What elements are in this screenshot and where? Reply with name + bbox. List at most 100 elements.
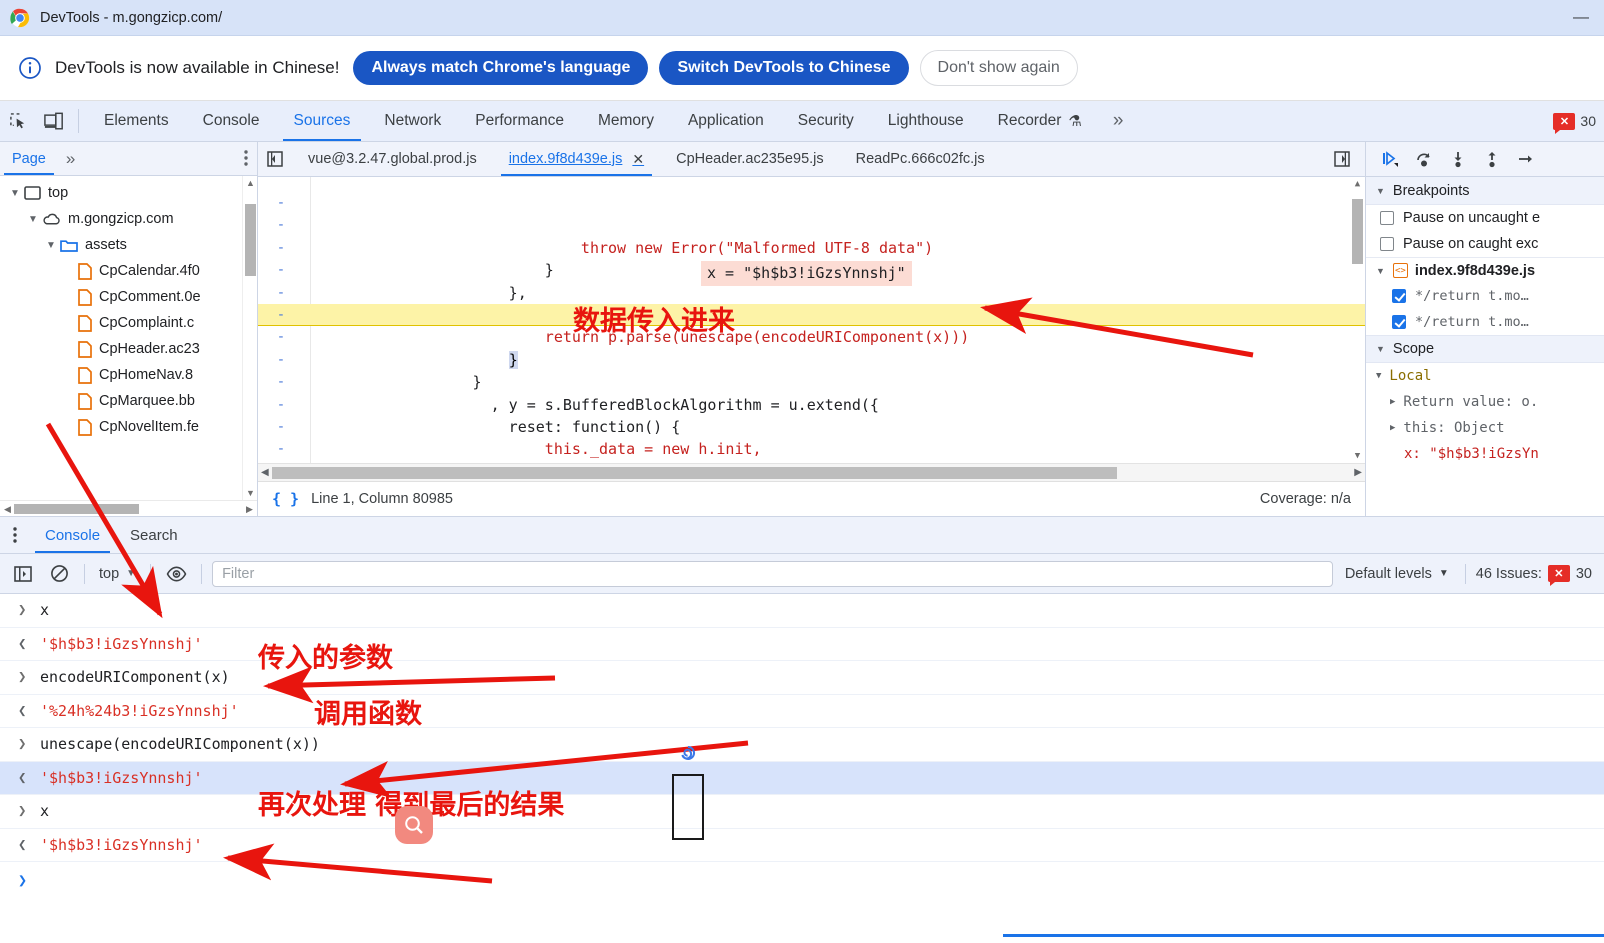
navigator-vertical-scrollbar[interactable]: ▲ ▼ — [242, 176, 257, 500]
navigator-tab-page[interactable]: Page — [0, 142, 58, 175]
console-message-list[interactable]: ❯ x ❮ '$h$b3!iGzsYnnshj' ❯ encodeURIComp… — [0, 594, 1604, 937]
editor-tab-cpheader[interactable]: CpHeader.ac235e95.js — [660, 142, 840, 176]
dont-show-again-button[interactable]: Don't show again — [919, 50, 1078, 86]
pause-on-caught-exceptions-row[interactable]: Pause on caught exc — [1366, 231, 1604, 257]
pause-on-uncaught-exceptions-row[interactable]: Pause on uncaught e — [1366, 205, 1604, 231]
resume-script-icon[interactable] — [1374, 145, 1406, 173]
close-tab-icon[interactable]: ✕ — [632, 151, 644, 168]
expand-twisty-icon[interactable]: ▶ — [1390, 397, 1395, 407]
collapse-twisty-icon[interactable]: ▼ — [1376, 371, 1381, 381]
checkbox[interactable] — [1380, 237, 1394, 251]
show-debugger-icon[interactable] — [1325, 151, 1359, 167]
scroll-left-arrow[interactable]: ◀ — [2, 504, 13, 515]
scroll-up-arrow[interactable]: ▲ — [1352, 179, 1363, 189]
console-output-message-selected[interactable]: ❮ '$h$b3!iGzsYnnshj' — [0, 761, 1604, 795]
console-prompt[interactable]: ❯ — [0, 862, 1604, 898]
scroll-right-arrow[interactable]: ▶ — [1354, 467, 1362, 478]
scrollbar-thumb[interactable] — [1352, 199, 1363, 264]
editor-tab-readpc[interactable]: ReadPc.666c02fc.js — [840, 142, 1001, 176]
step-out-icon[interactable] — [1476, 145, 1508, 173]
inspect-element-icon[interactable] — [0, 101, 36, 141]
console-input-message[interactable]: ❯ x — [0, 594, 1604, 628]
tab-performance[interactable]: Performance — [458, 101, 581, 141]
tab-application[interactable]: Application — [671, 101, 781, 141]
twisty-icon[interactable]: ▼ — [42, 240, 60, 251]
twisty-icon[interactable]: ▼ — [6, 188, 24, 199]
scrollbar-thumb[interactable] — [245, 204, 256, 276]
console-input-message[interactable]: ❯ x — [0, 795, 1604, 829]
live-expression-eye-icon[interactable] — [161, 560, 191, 588]
tree-file-cpcomment[interactable]: CpComment.0e — [0, 284, 257, 310]
navigator-more-options-icon[interactable] — [244, 149, 248, 172]
checkbox[interactable] — [1392, 289, 1406, 303]
breakpoints-section-header[interactable]: ▼ Breakpoints — [1366, 177, 1604, 205]
code-editor[interactable]: } catch { - throw new Error("Malformed U… — [258, 177, 1365, 463]
navigator-horizontal-scrollbar[interactable]: ◀ ▶ — [0, 500, 257, 516]
breakpoint-entry[interactable]: */return t.mo… — [1366, 283, 1604, 309]
navigator-more-tabs-icon[interactable]: » — [58, 142, 83, 175]
switch-to-chinese-button[interactable]: Switch DevTools to Chinese — [659, 51, 909, 85]
clear-console-icon[interactable] — [44, 560, 74, 588]
tree-file-cpheader[interactable]: CpHeader.ac23 — [0, 336, 257, 362]
console-filter-input[interactable]: Filter — [212, 560, 1333, 587]
scroll-left-arrow[interactable]: ◀ — [261, 467, 269, 478]
tab-memory[interactable]: Memory — [581, 101, 671, 141]
tab-security[interactable]: Security — [781, 101, 871, 141]
scrollbar-thumb[interactable] — [14, 504, 139, 514]
tab-console[interactable]: Console — [186, 101, 277, 141]
tree-file-cpcalendar[interactable]: CpCalendar.4f0 — [0, 258, 257, 284]
tree-file-cpnovelitem[interactable]: CpNovelItem.fe — [0, 414, 257, 440]
tree-node-top[interactable]: ▼ top — [0, 180, 257, 206]
console-output-message[interactable]: ❮ '%24h%24b3!iGzsYnnshj' — [0, 695, 1604, 728]
step-icon[interactable] — [1510, 145, 1542, 173]
console-input-message[interactable]: ❯ unescape(encodeURIComponent(x)) — [0, 728, 1604, 762]
scope-row-this[interactable]: ▶ this: Object — [1366, 415, 1604, 441]
scrollbar-thumb[interactable] — [272, 467, 1117, 479]
drawer-more-options-icon[interactable] — [0, 517, 30, 553]
tab-lighthouse[interactable]: Lighthouse — [871, 101, 981, 141]
scroll-right-arrow[interactable]: ▶ — [244, 504, 255, 515]
console-input-message[interactable]: ❯ encodeURIComponent(x) — [0, 661, 1604, 695]
collapse-twisty-icon[interactable]: ▼ — [1376, 344, 1385, 354]
pretty-print-icon[interactable]: { } — [272, 490, 299, 508]
more-tabs-icon[interactable]: » — [1099, 101, 1138, 141]
editor-vertical-scrollbar[interactable]: ▲ ▼ — [1350, 177, 1365, 463]
tab-recorder[interactable]: Recorder ⚗ — [981, 101, 1099, 141]
tree-node-assets[interactable]: ▼ assets — [0, 232, 257, 258]
scope-local-group[interactable]: ▼ Local — [1366, 363, 1604, 389]
tab-sources[interactable]: Sources — [277, 101, 368, 141]
drawer-tab-search[interactable]: Search — [115, 517, 193, 553]
scroll-down-arrow[interactable]: ▼ — [245, 488, 256, 498]
error-count-indicator[interactable]: ✕ 30 — [1553, 101, 1600, 141]
tab-network[interactable]: Network — [367, 101, 458, 141]
minimize-button[interactable]: — — [1566, 8, 1596, 28]
twisty-icon[interactable]: ▼ — [24, 214, 42, 225]
device-toolbar-icon[interactable] — [36, 101, 72, 141]
breakpoint-entry[interactable]: */return t.mo… — [1366, 309, 1604, 335]
step-into-icon[interactable] — [1442, 145, 1474, 173]
editor-horizontal-scrollbar[interactable]: ◀ ▶ — [258, 463, 1365, 481]
console-output-message[interactable]: ❮ '$h$b3!iGzsYnnshj' — [0, 628, 1604, 661]
breakpoint-file-group[interactable]: ▼ <> index.9f8d439e.js — [1366, 257, 1604, 283]
scroll-down-arrow[interactable]: ▼ — [1352, 451, 1363, 461]
checkbox[interactable] — [1380, 211, 1394, 225]
tree-node-domain[interactable]: ▼ m.gongzicp.com — [0, 206, 257, 232]
execution-context-selector[interactable]: top ▼ — [95, 566, 140, 582]
scope-section-header[interactable]: ▼ Scope — [1366, 335, 1604, 363]
show-navigator-icon[interactable] — [258, 142, 292, 176]
scroll-up-arrow[interactable]: ▲ — [245, 178, 256, 188]
collapse-twisty-icon[interactable]: ▼ — [1376, 186, 1385, 196]
console-output-message[interactable]: ❮ '$h$b3!iGzsYnnshj' — [0, 829, 1604, 862]
always-match-language-button[interactable]: Always match Chrome's language — [353, 51, 649, 85]
log-levels-selector[interactable]: Default levels ▼ — [1339, 566, 1455, 582]
editor-tab-vue[interactable]: vue@3.2.47.global.prod.js — [292, 142, 493, 176]
tree-file-cpmarquee[interactable]: CpMarquee.bb — [0, 388, 257, 414]
step-over-icon[interactable] — [1408, 145, 1440, 173]
tree-file-cpcomplaint[interactable]: CpComplaint.c — [0, 310, 257, 336]
drawer-tab-console[interactable]: Console — [30, 517, 115, 553]
console-sidebar-icon[interactable] — [8, 560, 38, 588]
tree-file-cphomenav[interactable]: CpHomeNav.8 — [0, 362, 257, 388]
checkbox[interactable] — [1392, 315, 1406, 329]
issues-indicator[interactable]: 46 Issues: ✕ 30 — [1476, 565, 1596, 586]
editor-tab-index[interactable]: index.9f8d439e.js ✕ — [493, 142, 660, 176]
